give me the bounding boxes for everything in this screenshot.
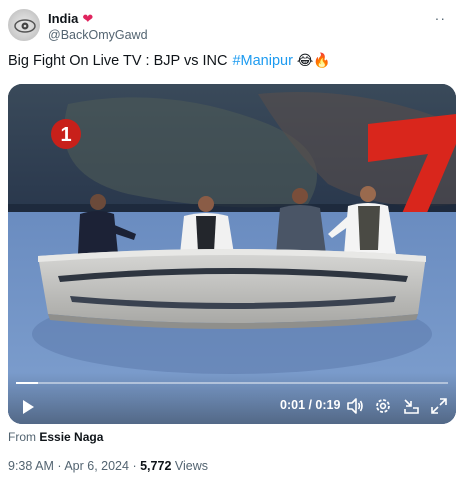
name-row: India ❤ (48, 10, 93, 26)
tweet-header: India ❤ @BackOmyGawd ·· (8, 8, 448, 48)
attribution-prefix: From (8, 430, 36, 444)
video-player[interactable]: 1 0:01 / 0:19 (8, 84, 456, 424)
views-label: Views (174, 459, 208, 473)
tweet-meta: 9:38 AM · Apr 6, 2024 · 5,772 Views (8, 459, 208, 473)
play-icon[interactable] (20, 399, 36, 415)
emoji-group: 😂🔥 (296, 52, 331, 68)
tweet-date[interactable]: Apr 6, 2024 (64, 459, 129, 473)
display-name[interactable]: India (48, 11, 78, 26)
heart-icon: ❤ (82, 10, 94, 26)
meta-separator: · (57, 459, 62, 473)
eye-logo-icon (14, 19, 36, 33)
video-attribution: From Essie Naga (8, 430, 103, 444)
volume-icon[interactable] (346, 397, 364, 415)
more-options-button[interactable]: ·· (435, 10, 446, 26)
tweet-time[interactable]: 9:38 AM (8, 459, 54, 473)
views-count: 5,772 (140, 459, 172, 473)
time-display: 0:01 / 0:19 (280, 398, 341, 412)
progress-fill (16, 382, 38, 384)
user-handle[interactable]: @BackOmyGawd (48, 28, 148, 42)
meta-separator: · (132, 459, 137, 473)
tweet-text: Big Fight On Live TV : BJP vs INC #Manip… (8, 52, 331, 69)
minimize-icon[interactable] (402, 397, 420, 415)
avatar[interactable] (8, 9, 40, 41)
channel-logo-text: 1 (60, 124, 71, 146)
progress-bar[interactable] (16, 382, 448, 384)
hashtag-link[interactable]: #Manipur (232, 53, 292, 69)
settings-icon[interactable] (374, 397, 392, 415)
attribution-source-link[interactable]: Essie Naga (39, 430, 103, 444)
tweet-body: Big Fight On Live TV : BJP vs INC (8, 52, 228, 69)
fullscreen-icon[interactable] (430, 397, 448, 415)
